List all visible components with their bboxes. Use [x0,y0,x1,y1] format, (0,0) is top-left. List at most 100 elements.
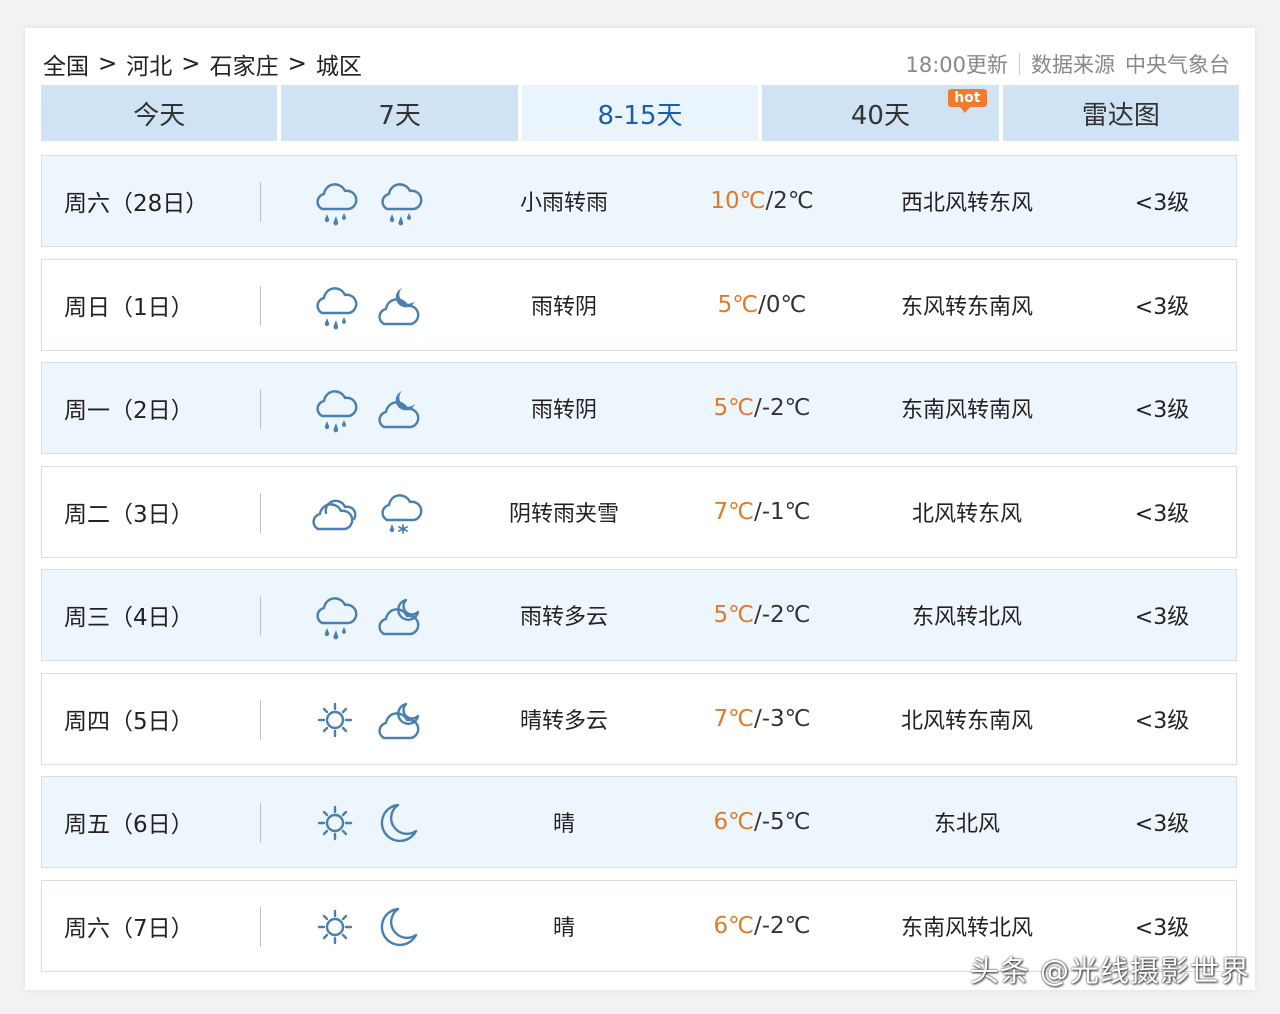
breadcrumb: 全国 > 河北 > 石家庄 > 城区 [43,47,362,81]
temperature: 7℃/-3℃ [682,706,842,732]
breadcrumb-separator: > [181,51,201,77]
sun-icon [307,901,363,953]
tab-label: 40天 [850,100,910,131]
temperature: 10℃/2℃ [682,188,842,214]
temp-high: 6℃ [713,809,754,835]
temp-high: 10℃ [710,188,766,214]
tab-label: 雷达图 [1081,100,1160,131]
tab-8-15-days[interactable]: 8-15天 [521,85,759,141]
sun-icon [307,797,363,849]
tab-40-days[interactable]: 40天 hot [762,85,999,141]
wind-level: <3级 [1134,915,1190,941]
source-name: 中央气象台 [1125,53,1230,77]
hot-badge: hot [948,89,987,113]
forecast-row: 周一（2日） 雨转阴 5℃/-2℃ 东南风转南风 <3级 [41,362,1237,454]
row-divider [260,699,261,740]
weather-condition: 雨转阴 [530,398,597,423]
partly-cloudy-night-icon [372,590,428,642]
wind-level: <3级 [1134,605,1190,630]
temp-high: 5℃ [713,602,754,628]
forecast-tabs: 今天 7天 8-15天 40天 hot 雷达图 [41,85,1240,141]
weather-condition: 晴 [552,812,575,837]
update-time: 18:00更新 [905,53,1008,77]
forecast-row: 周三（4日） 雨转多云 5℃/-2℃ 东风转北风 <3级 [41,569,1237,661]
wind-direction: 东风转东南风 [900,294,1033,320]
tab-today[interactable]: 今天 [41,85,278,141]
wind-level: <3级 [1134,708,1190,734]
forecast-row: 周六（28日） 小雨转雨 10℃/2℃ 西北风转东风 <3级 [41,155,1237,247]
forecast-row: 周五（6日） 晴 6℃/-5℃ 东北风 <3级 [41,776,1237,868]
wind-level: <3级 [1134,398,1190,423]
wind-direction: 北风转东南风 [900,708,1033,734]
breadcrumb-district: 城区 [315,54,362,80]
temp-high: 7℃ [713,498,754,525]
breadcrumb-separator: > [98,51,118,77]
temp-low: /2℃ [765,188,814,214]
forecast-row: 周日（1日） 雨转阴 5℃/0℃ 东风转东南风 <3级 [41,258,1237,351]
forecast-list: 周六（28日） 小雨转雨 10℃/2℃ 西北风转东风 <3级 周日（1日） 雨转… [41,155,1237,983]
breadcrumb-country[interactable]: 全国 [43,47,89,81]
temperature: 5℃/0℃ [682,292,842,318]
temp-low: /-2℃ [753,912,811,939]
wind-level: <3级 [1134,812,1190,837]
wind-direction: 北风转东风 [911,501,1022,527]
cloudy-night-icon [372,383,428,435]
day-date: 周六（28日） [64,191,209,217]
row-divider [260,803,261,843]
temperature: 5℃/-2℃ [682,395,842,421]
wind-level: <3级 [1134,501,1190,527]
tab-label: 8-15天 [597,100,683,131]
day-date: 周六（7日） [64,915,194,942]
rain-icon [307,176,363,228]
row-divider [260,182,261,222]
temp-high: 5℃ [717,291,759,318]
temp-high: 5℃ [713,395,754,421]
day-date: 周日（1日） [64,294,194,321]
moon-icon [372,797,428,849]
temp-low: /-5℃ [753,809,811,835]
tab-radar[interactable]: 雷达图 [1002,85,1240,141]
weather-condition: 雨转阴 [530,294,597,320]
row-divider [260,492,261,533]
temp-low: /-1℃ [753,498,811,525]
temp-low: /-3℃ [753,705,811,732]
temperature: 6℃/-5℃ [682,809,842,835]
day-date: 周二（3日） [64,501,194,528]
temp-low: /-2℃ [753,395,811,421]
overcast-icon [307,487,363,539]
update-meta: 18:00更新 数据来源 中央气象台 [905,49,1230,79]
wind-direction: 东南风转南风 [900,398,1033,423]
row-divider [260,596,261,636]
wind-direction: 东南风转北风 [900,915,1033,941]
temp-high: 7℃ [713,705,754,732]
temp-low: /0℃ [758,291,807,318]
row-divider [260,389,261,429]
breadcrumb-separator: > [287,51,307,77]
cloudy-night-icon [372,280,428,332]
wind-level: <3级 [1134,191,1190,216]
top-bar: 全国 > 河北 > 石家庄 > 城区 18:00更新 数据来源 中央气象台 [43,46,1230,82]
rain-icon [307,280,363,332]
breadcrumb-province[interactable]: 河北 [126,47,172,81]
rain-icon [372,176,428,228]
day-date: 周四（5日） [64,708,194,735]
temp-high: 6℃ [713,912,754,939]
weather-card: 全国 > 河北 > 石家庄 > 城区 18:00更新 数据来源 中央气象台 今天… [25,28,1255,990]
forecast-row: 周四（5日） 晴转多云 7℃/-3℃ 北风转东南风 <3级 [41,672,1237,765]
weather-condition: 雨转多云 [519,605,608,630]
weather-condition: 阴转雨夹雪 [508,501,619,527]
tab-7-days[interactable]: 7天 [281,85,518,141]
tab-label: 今天 [133,100,186,131]
temp-low: /-2℃ [753,602,811,628]
wind-direction: 东北风 [933,812,1000,837]
source-label: 数据来源 [1031,53,1115,77]
sun-icon [307,694,363,746]
day-date: 周三（4日） [64,605,194,631]
tab-label: 7天 [378,100,421,131]
breadcrumb-city[interactable]: 石家庄 [210,47,279,81]
weather-condition: 小雨转雨 [519,191,608,216]
temperature: 7℃/-1℃ [682,499,842,525]
temperature: 5℃/-2℃ [682,602,842,628]
forecast-row: 周二（3日） 阴转雨夹雪 7℃/-1℃ 北风转东风 <3级 [41,465,1237,558]
wind-direction: 东风转北风 [911,605,1022,630]
